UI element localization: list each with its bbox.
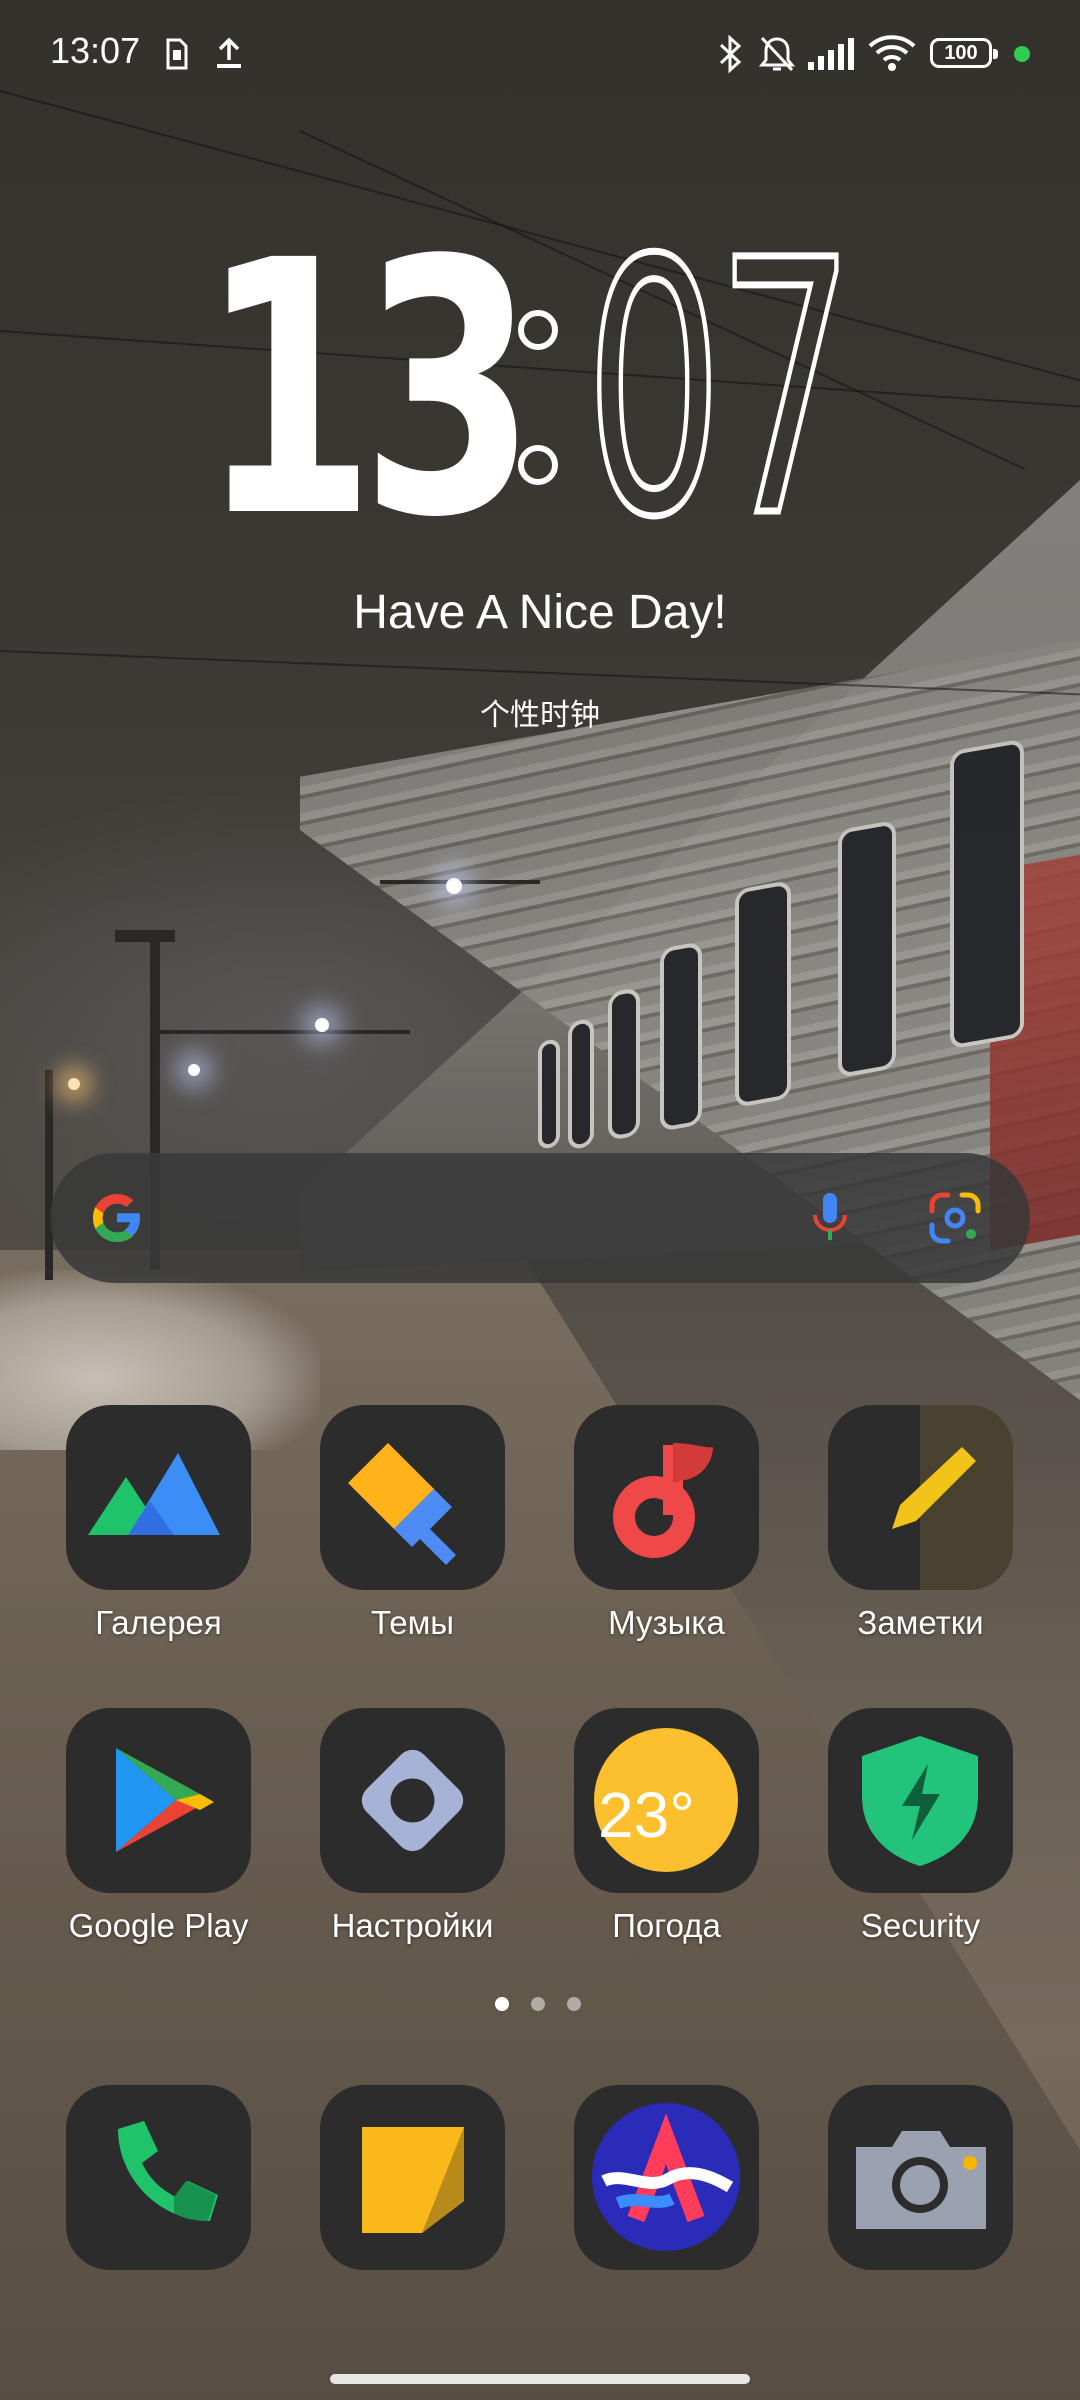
page-dot-3[interactable] (567, 1997, 581, 2011)
google-logo-icon (93, 1194, 140, 1242)
clock-caption: 个性时钟 (480, 698, 600, 733)
battery-icon: 100 (930, 38, 998, 68)
sim-icon (166, 38, 188, 70)
app-label: Security (860, 1907, 981, 1944)
phone-icon[interactable] (66, 2085, 251, 2270)
page-dot-2[interactable] (531, 1997, 545, 2011)
app-label: Google Play (68, 1907, 249, 1944)
wifi-icon (868, 35, 916, 71)
signal-icon (808, 38, 854, 70)
google-lens-icon[interactable] (920, 1183, 990, 1253)
music-note-icon (574, 1405, 759, 1590)
weather-sun-icon: 23° (574, 1708, 759, 1893)
clock-hour: 13 (200, 186, 536, 594)
app-music[interactable]: Музыка (574, 1405, 759, 1642)
app-google-play[interactable]: Google Play (66, 1708, 251, 1945)
bluetooth-icon (719, 34, 742, 74)
settings-gear-icon (320, 1708, 505, 1893)
gallery-mountains-icon (66, 1405, 251, 1590)
app-label: Заметки (857, 1604, 984, 1641)
themes-brush-icon (320, 1405, 505, 1590)
clock-colon-bottom (518, 445, 558, 485)
camera-icon[interactable] (828, 2085, 1013, 2270)
clock-minute: 07 (583, 186, 857, 594)
browser-icon[interactable] (574, 2085, 759, 2270)
clock-widget[interactable]: 13 07 (180, 212, 900, 569)
app-label: Погода (612, 1907, 721, 1944)
notes-pencil-icon (828, 1405, 1013, 1590)
status-bar: 13:07 100 (0, 0, 1080, 110)
clock-greeting: Have A Nice Day! (353, 586, 727, 639)
app-security[interactable]: Security (828, 1708, 1013, 1945)
app-gallery[interactable]: Галерея (66, 1405, 251, 1642)
app-settings[interactable]: Настройки (320, 1708, 505, 1945)
google-play-icon (66, 1708, 251, 1893)
weather-temperature: 23° (598, 1779, 695, 1851)
status-dot (1014, 46, 1030, 62)
silent-bell-icon (758, 36, 796, 72)
app-themes[interactable]: Темы (320, 1405, 505, 1642)
battery-level: 100 (944, 41, 978, 64)
messages-icon[interactable] (320, 2085, 505, 2270)
page-indicator[interactable] (495, 1997, 585, 2013)
security-shield-icon (828, 1708, 1013, 1893)
home-indicator[interactable] (330, 2374, 750, 2384)
app-notes[interactable]: Заметки (828, 1405, 1013, 1642)
app-label: Галерея (95, 1604, 222, 1641)
status-time: 13:07 (50, 30, 141, 71)
google-search-bar[interactable] (50, 1153, 1030, 1283)
clock-colon-top (518, 310, 558, 350)
app-weather[interactable]: 23° Погода (574, 1708, 759, 1945)
app-label: Настройки (331, 1907, 494, 1944)
app-label: Музыка (608, 1604, 725, 1641)
upload-icon (217, 37, 241, 68)
page-dot-1[interactable] (495, 1997, 509, 2011)
microphone-icon[interactable] (795, 1183, 865, 1253)
app-label: Темы (370, 1604, 455, 1641)
